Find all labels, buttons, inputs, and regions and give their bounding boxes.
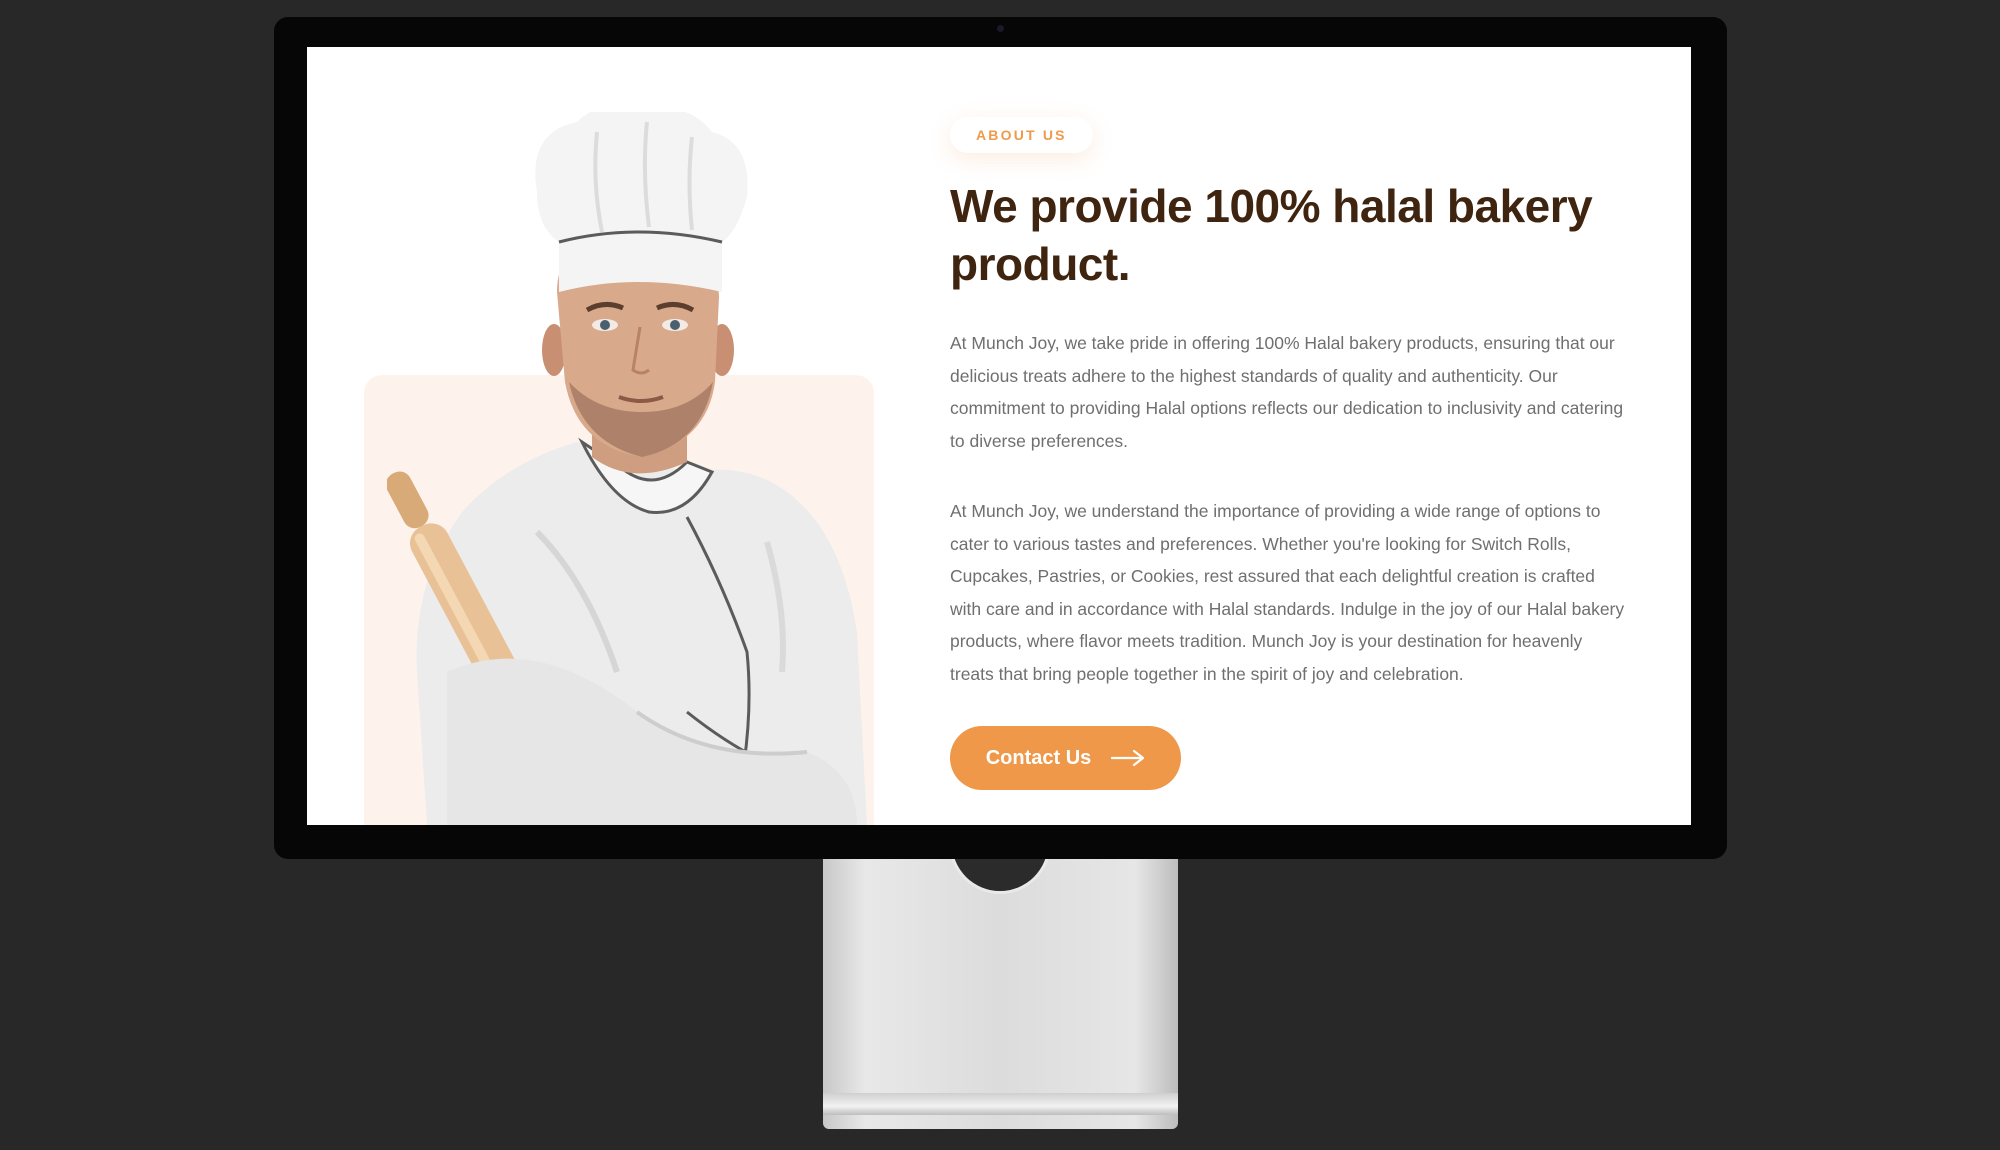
chef-photo xyxy=(387,112,887,825)
website-screen: ABOUT US We provide 100% halal bakery pr… xyxy=(307,47,1691,825)
camera-icon xyxy=(997,25,1004,32)
page-title: We provide 100% halal bakery product. xyxy=(950,180,1593,290)
about-paragraph-2: At Munch Joy, we understand the importan… xyxy=(950,501,1625,684)
contact-us-button[interactable]: Contact Us xyxy=(950,726,1181,790)
contact-us-label: Contact Us xyxy=(985,746,1092,769)
monitor-stand xyxy=(823,795,1178,1129)
about-paragraph-1: At Munch Joy, we take pride in offering … xyxy=(950,333,1624,451)
section-badge: ABOUT US xyxy=(950,117,1093,153)
arrow-right-icon xyxy=(1111,749,1145,767)
